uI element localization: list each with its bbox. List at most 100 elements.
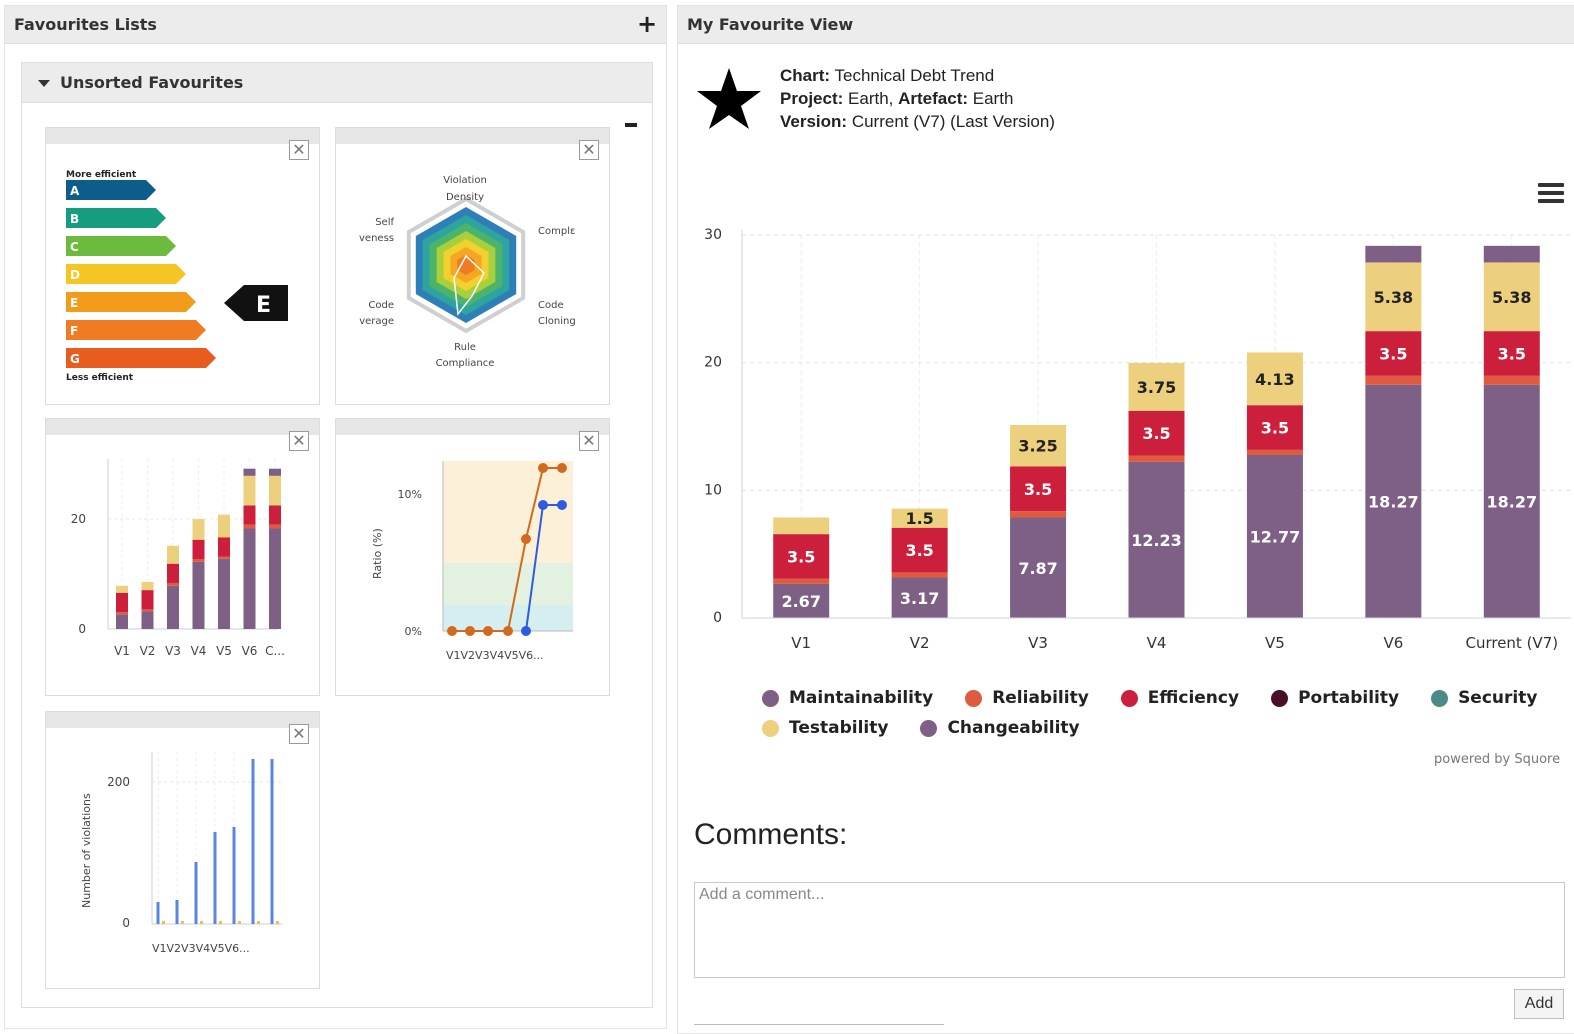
ratio-line-chart: 10% 0% Ratio (%) V1V2V3V4V5V6... bbox=[371, 461, 573, 662]
data-label: 1.5 bbox=[905, 509, 933, 528]
energy-grade-label: F bbox=[70, 324, 78, 338]
energy-grade-bar bbox=[66, 320, 206, 340]
caret-down-icon[interactable] bbox=[38, 80, 50, 87]
mini-bar-segment bbox=[141, 611, 154, 629]
y-tick-label: 0% bbox=[405, 625, 422, 638]
ratio-point-orange bbox=[538, 463, 548, 473]
x-tick-label: Current (V7) bbox=[1465, 634, 1558, 652]
legend-item[interactable]: Testability bbox=[762, 718, 888, 738]
mini-bar-segment bbox=[269, 505, 281, 525]
comment-input[interactable] bbox=[694, 882, 1565, 978]
unsorted-favourites-header[interactable]: Unsorted Favourites bbox=[22, 63, 652, 103]
energy-grade-label: E bbox=[70, 296, 78, 310]
x-tick-label: V5 bbox=[1265, 634, 1285, 652]
energy-rating-graphic: More efficient ABCDEFG Less efficient E bbox=[66, 170, 288, 383]
energy-grade-bar bbox=[66, 236, 176, 256]
bar-segment-reliability bbox=[1128, 455, 1185, 462]
violation-bar bbox=[270, 759, 274, 924]
violation-bar-minor bbox=[238, 921, 241, 924]
legend-item[interactable]: Changeability bbox=[920, 718, 1080, 738]
mini-bar-segment bbox=[116, 592, 128, 613]
y-tick-label: 0 bbox=[713, 610, 722, 626]
legend-label: Changeability bbox=[947, 718, 1080, 738]
legend-dot bbox=[1271, 689, 1289, 707]
ratio-point-blue bbox=[538, 500, 548, 510]
add-list-button[interactable]: + bbox=[636, 12, 658, 36]
violation-bar bbox=[194, 862, 198, 924]
energy-grade-label: B bbox=[70, 212, 79, 226]
comments-title: Comments: bbox=[694, 818, 848, 851]
data-label: 5.38 bbox=[1374, 288, 1413, 307]
mini-bar-widget[interactable]: ✕ 0 20 V1 V2 V3 V4 V5 V6 C... bbox=[45, 418, 320, 696]
mini-bar-chart: 0 20 V1 V2 V3 V4 V5 V6 C... bbox=[71, 459, 285, 658]
violation-bar bbox=[156, 902, 160, 924]
legend-item[interactable]: Maintainability bbox=[762, 688, 933, 708]
x-tick-label: V5 bbox=[216, 644, 232, 658]
x-tick-label: C... bbox=[265, 644, 285, 658]
violation-bar-minor bbox=[219, 921, 222, 924]
mini-bar-segment bbox=[243, 468, 256, 476]
violation-bar bbox=[213, 832, 217, 924]
energy-grade-label: A bbox=[70, 184, 80, 198]
radar-widget[interactable]: ✕ Violation Density Complε Code Cloning … bbox=[335, 127, 610, 405]
bar-segment-reliability bbox=[773, 578, 830, 584]
radar-label: Complε bbox=[538, 226, 575, 237]
data-label: 3.75 bbox=[1137, 378, 1176, 397]
unsorted-favourites-title: Unsorted Favourites bbox=[60, 73, 244, 92]
radar-label: Violation bbox=[443, 175, 487, 186]
radar-label: Code bbox=[368, 300, 394, 311]
data-label: 3.17 bbox=[900, 589, 939, 608]
bar-segment-testability bbox=[773, 517, 830, 535]
mini-bar-segment bbox=[218, 556, 230, 559]
data-label: 3.5 bbox=[1498, 344, 1526, 363]
ratio-line-widget[interactable]: ✕ 10% 0% Ratio (%) V1V2V3V4V5V6... bbox=[335, 418, 610, 696]
energy-grade-bar bbox=[66, 264, 186, 284]
mini-bar-segment bbox=[167, 585, 179, 629]
data-label: 3.5 bbox=[787, 547, 815, 566]
collapse-minus-button[interactable] bbox=[625, 123, 637, 127]
violation-bar-minor bbox=[257, 921, 260, 924]
violation-bar bbox=[251, 759, 255, 924]
add-comment-button[interactable]: Add bbox=[1514, 989, 1564, 1019]
x-tick-label: V3 bbox=[1028, 634, 1048, 652]
energy-label-widget[interactable]: ✕ More efficient ABCDEFG Less efficient … bbox=[45, 127, 320, 405]
bar-segment-reliability bbox=[1483, 375, 1540, 385]
legend-dot bbox=[965, 689, 983, 707]
radar-chart: Violation Density Complε Code Cloning Ru… bbox=[359, 175, 576, 369]
favourites-lists-panel: Favourites Lists + Unsorted Favourites ✕… bbox=[4, 5, 667, 1029]
legend-label: Testability bbox=[789, 718, 889, 738]
legend-item[interactable]: Efficiency bbox=[1120, 688, 1239, 708]
mini-bar-segment bbox=[141, 609, 154, 612]
radar-label: veness bbox=[359, 233, 394, 244]
legend-item[interactable]: Security bbox=[1431, 688, 1537, 708]
x-tick-label: V4 bbox=[1147, 634, 1167, 652]
data-label: 3.5 bbox=[1024, 480, 1052, 499]
unsorted-favourites-group: Unsorted Favourites ✕ More efficient ABC… bbox=[21, 62, 653, 1008]
less-efficient-label: Less efficient bbox=[66, 373, 134, 383]
data-label: 18.27 bbox=[1368, 492, 1419, 511]
x-tick-label: V6 bbox=[1383, 634, 1403, 652]
mini-bar-segment bbox=[269, 528, 281, 629]
energy-grade-bar bbox=[66, 208, 166, 228]
bar-segment-reliability bbox=[1365, 375, 1422, 385]
legend-row-2: Testability Changeability bbox=[762, 718, 1112, 738]
data-label: 4.13 bbox=[1255, 370, 1294, 389]
mini-bar-segment bbox=[116, 585, 128, 593]
mini-bar-segment bbox=[218, 537, 230, 557]
legend-item[interactable]: Reliability bbox=[965, 688, 1089, 708]
bar-segment-reliability bbox=[1010, 511, 1067, 518]
radar-label: Code bbox=[538, 300, 564, 311]
bar-segment-reliability bbox=[1246, 449, 1303, 455]
legend-item[interactable]: Portability bbox=[1271, 688, 1399, 708]
legend-dot bbox=[762, 719, 779, 737]
mini-bar-segment bbox=[269, 475, 281, 506]
data-label: 3.5 bbox=[1379, 344, 1407, 363]
data-label: 3.5 bbox=[1261, 419, 1289, 438]
mini-bar-segment bbox=[243, 505, 256, 525]
legend-dot bbox=[1431, 689, 1449, 707]
mini-bar-segment bbox=[269, 468, 281, 476]
violation-bar bbox=[175, 900, 179, 924]
bar-segment-changeability bbox=[1365, 245, 1422, 263]
x-tick-label: V1 bbox=[791, 634, 811, 652]
violations-widget[interactable]: ✕ 0 200 Number of violations V1V2V3V4V5V… bbox=[45, 711, 320, 989]
